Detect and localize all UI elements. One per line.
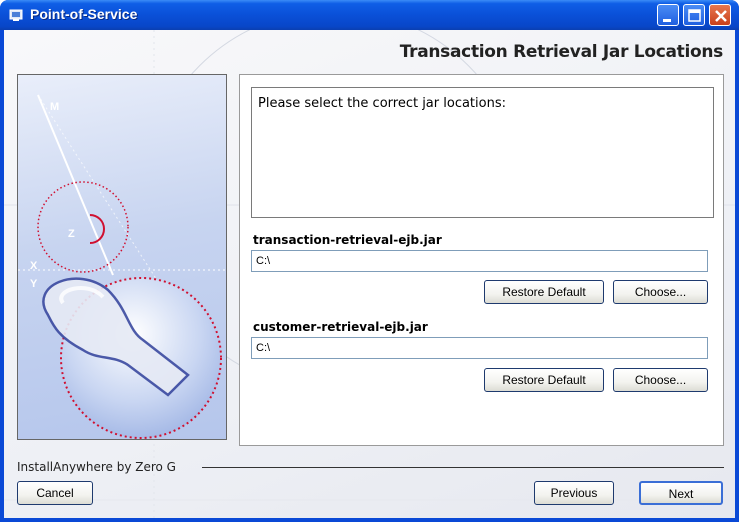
maximize-button[interactable] (683, 4, 705, 26)
minimize-button[interactable] (657, 4, 679, 26)
art-label-z: Z (68, 228, 75, 240)
customer-restore-default-button[interactable]: Restore Default (484, 368, 604, 392)
customer-jar-label: customer-retrieval-ejb.jar (253, 320, 428, 334)
cancel-button[interactable]: Cancel (17, 481, 93, 505)
footer-divider (202, 467, 724, 468)
window-title: Point-of-Service (30, 6, 138, 22)
prompt-text: Please select the correct jar locations: (258, 96, 506, 111)
customer-choose-button[interactable]: Choose... (613, 368, 708, 392)
title-bar[interactable]: Point-of-Service (0, 0, 739, 30)
minimize-icon (663, 19, 671, 22)
transaction-jar-input[interactable]: C:\ (251, 250, 708, 272)
transaction-choose-button[interactable]: Choose... (613, 280, 708, 304)
page-title: Transaction Retrieval Jar Locations (399, 42, 724, 62)
art-label-m: M (50, 101, 59, 113)
close-icon (715, 10, 727, 22)
transaction-jar-label: transaction-retrieval-ejb.jar (253, 233, 442, 247)
wrench-illustration: M Z X Y (18, 94, 226, 439)
vendor-label: InstallAnywhere by Zero G (17, 460, 176, 474)
content-panel: Please select the correct jar locations:… (239, 74, 724, 446)
transaction-restore-default-button[interactable]: Restore Default (484, 280, 604, 304)
client-area: Transaction Retrieval Jar Locations M Z … (4, 30, 735, 518)
next-button[interactable]: Next (639, 481, 723, 505)
app-icon (9, 9, 23, 21)
art-label-y: Y (30, 278, 38, 290)
decorative-art-panel: M Z X Y (17, 74, 227, 440)
prompt-box: Please select the correct jar locations: (251, 87, 714, 218)
art-label-x: X (30, 260, 38, 272)
close-button[interactable] (709, 4, 731, 26)
previous-button[interactable]: Previous (534, 481, 614, 505)
maximize-icon (688, 9, 701, 22)
customer-jar-input[interactable]: C:\ (251, 337, 708, 359)
installer-window: Point-of-Service Transaction Retrieval J… (0, 0, 739, 522)
